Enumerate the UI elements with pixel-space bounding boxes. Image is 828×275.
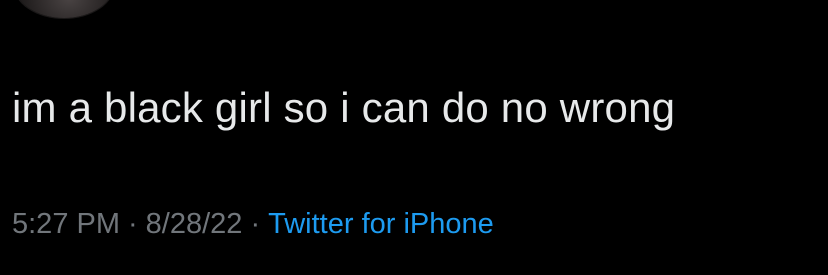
tweet-timestamp[interactable]: 5:27 PM · 8/28/22 — [12, 208, 242, 240]
tweet-date[interactable]: 8/28/22 — [146, 208, 243, 240]
tweet-container: im a black girl so i can do no wrong 5:2… — [0, 0, 828, 275]
meta-separator: · — [128, 208, 138, 240]
tweet-metadata: 5:27 PM · 8/28/22 · Twitter for iPhone — [12, 204, 494, 244]
meta-separator: · — [250, 208, 261, 240]
tweet-source-link[interactable]: Twitter for iPhone — [268, 208, 494, 240]
tweet-text: im a black girl so i can do no wrong — [12, 84, 676, 131]
tweet-time[interactable]: 5:27 PM — [12, 208, 120, 240]
avatar[interactable] — [14, 0, 114, 18]
